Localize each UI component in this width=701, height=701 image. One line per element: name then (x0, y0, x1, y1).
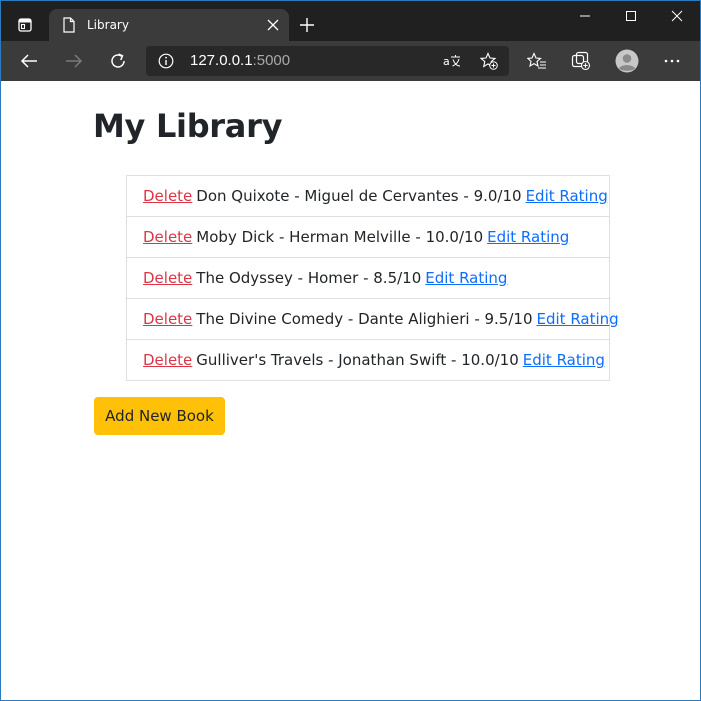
book-details: The Divine Comedy - Dante Alighieri - 9.… (196, 310, 533, 328)
list-item: Delete The Odyssey - Homer - 8.5/10 Edit… (127, 257, 609, 298)
list-item: Delete Don Quixote - Miguel de Cervantes… (127, 176, 609, 216)
minimize-icon (580, 15, 590, 17)
edit-rating-link[interactable]: Edit Rating (526, 187, 608, 205)
url-port: :5000 (252, 52, 291, 69)
minimize-button[interactable] (562, 1, 608, 31)
plus-icon (300, 18, 314, 32)
close-tab-icon[interactable] (265, 17, 281, 33)
page-icon (61, 17, 77, 33)
book-details: The Odyssey - Homer - 8.5/10 (196, 269, 422, 287)
book-details: Moby Dick - Herman Melville - 10.0/10 (196, 228, 484, 246)
more-button[interactable] (656, 45, 688, 77)
delete-link[interactable]: Delete (143, 310, 192, 328)
back-button[interactable] (13, 45, 45, 77)
url-text[interactable]: 127.0.0.1:5000 (190, 52, 290, 69)
book-list: Delete Don Quixote - Miguel de Cervantes… (126, 175, 619, 381)
tab-actions-icon[interactable] (9, 9, 41, 41)
profile-avatar[interactable] (611, 45, 643, 77)
url-host: 127.0.0.1 (190, 52, 253, 69)
svg-text:a: a (443, 55, 450, 68)
refresh-button[interactable] (102, 45, 134, 77)
more-icon (664, 59, 680, 63)
delete-link[interactable]: Delete (143, 187, 192, 205)
list-item: Delete Moby Dick - Herman Melville - 10.… (127, 216, 609, 257)
browser-toolbar: 127.0.0.1:5000 a (1, 41, 700, 81)
maximize-icon (626, 11, 636, 21)
maximize-button[interactable] (608, 1, 654, 31)
edit-rating-link[interactable]: Edit Rating (537, 310, 619, 328)
page-content: My Library Delete Don Quixote - Miguel d… (1, 81, 700, 700)
close-icon (671, 10, 683, 22)
info-icon[interactable] (158, 53, 174, 69)
tab-library[interactable]: Library (49, 9, 289, 41)
edit-rating-link[interactable]: Edit Rating (487, 228, 569, 246)
browser-window: Library 127.0.0.1:5000 a My Library Dele… (0, 0, 701, 701)
edit-rating-link[interactable]: Edit Rating (425, 269, 507, 287)
add-favorite-icon[interactable] (479, 52, 498, 70)
list-item: Delete The Divine Comedy - Dante Alighie… (127, 298, 619, 339)
favorites-icon (527, 52, 546, 69)
favorites-button[interactable] (521, 45, 553, 77)
refresh-icon (111, 53, 125, 68)
back-arrow-icon (20, 54, 37, 68)
delete-link[interactable]: Delete (143, 351, 192, 369)
new-tab-button[interactable] (293, 11, 321, 39)
tab-title: Library (87, 18, 129, 32)
page-title: My Library (93, 107, 283, 145)
collections-button[interactable] (565, 45, 597, 77)
close-window-button[interactable] (654, 1, 700, 31)
address-bar[interactable]: 127.0.0.1:5000 a (146, 46, 509, 76)
forward-button[interactable] (58, 45, 90, 77)
title-bar: Library (1, 1, 700, 41)
book-details: Don Quixote - Miguel de Cervantes - 9.0/… (196, 187, 522, 205)
read-aloud-icon[interactable]: a (443, 53, 461, 69)
list-item: Delete Gulliver's Travels - Jonathan Swi… (127, 339, 609, 380)
book-details: Gulliver's Travels - Jonathan Swift - 10… (196, 351, 519, 369)
add-new-book-button[interactable]: Add New Book (94, 397, 225, 435)
delete-link[interactable]: Delete (143, 228, 192, 246)
delete-link[interactable]: Delete (143, 269, 192, 287)
forward-arrow-icon (66, 54, 83, 68)
edit-rating-link[interactable]: Edit Rating (523, 351, 605, 369)
collections-icon (571, 51, 591, 71)
